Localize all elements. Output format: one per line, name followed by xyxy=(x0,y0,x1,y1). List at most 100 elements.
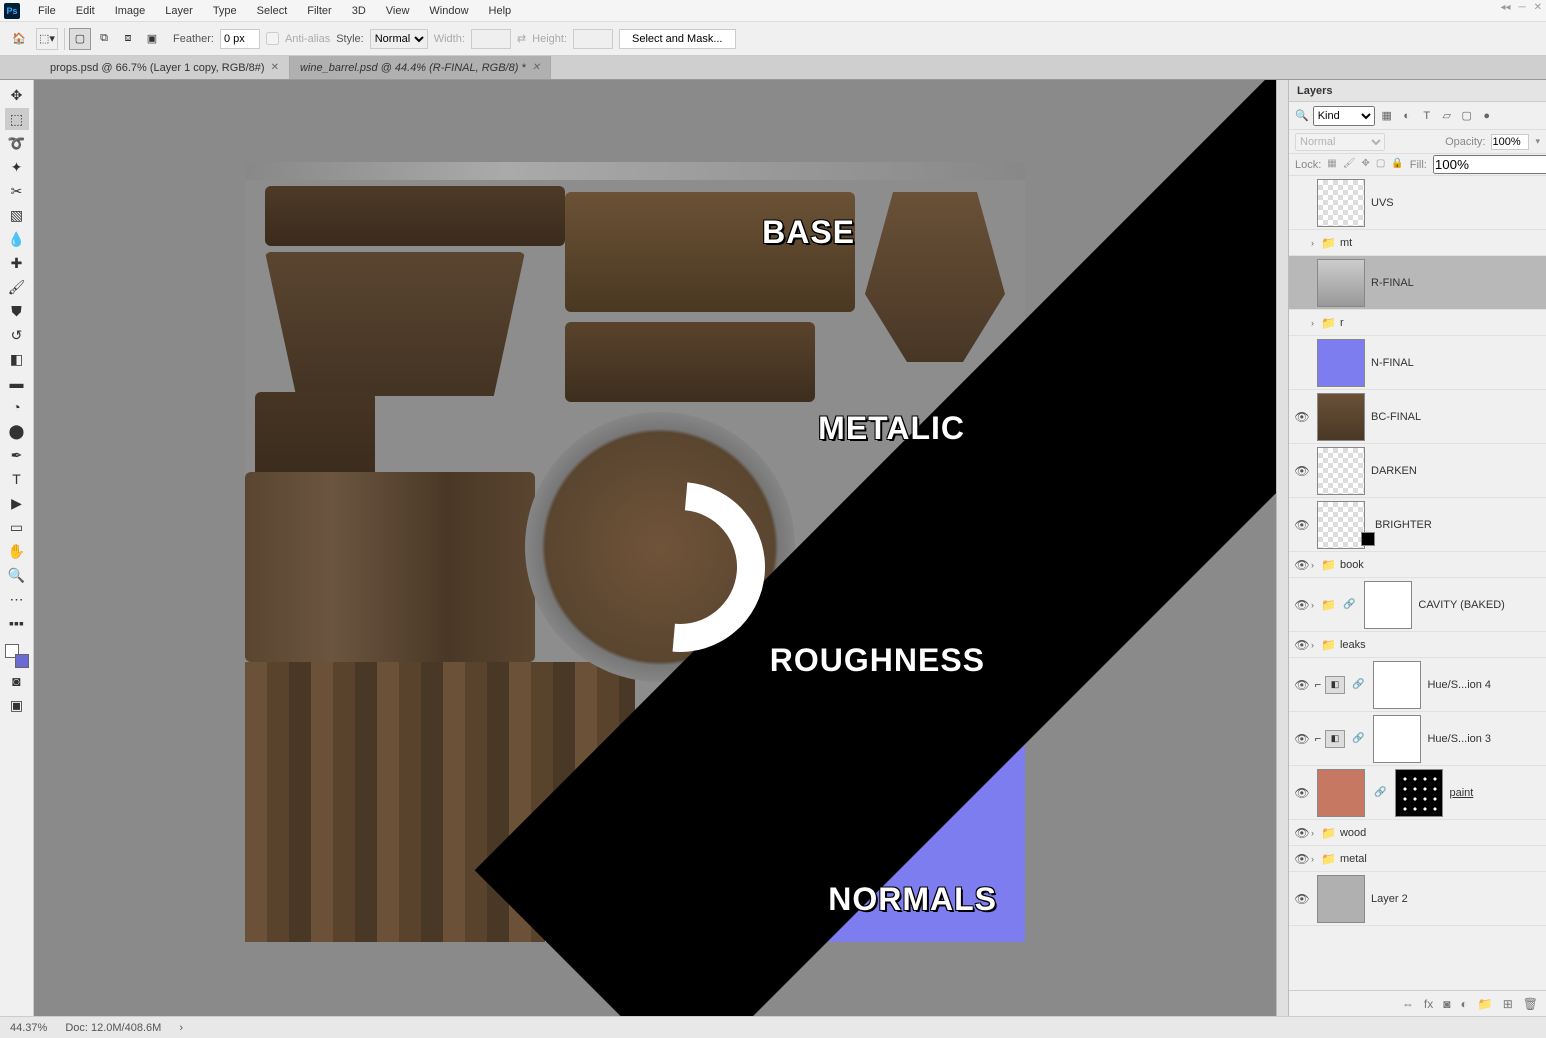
feather-input[interactable] xyxy=(220,29,260,49)
visibility-toggle[interactable]: 👁 xyxy=(1293,410,1311,424)
history-brush-tool[interactable]: ↺ xyxy=(5,324,29,346)
expand-icon[interactable]: › xyxy=(1311,600,1321,610)
layer-nfinal[interactable]: N-FINAL xyxy=(1289,336,1546,390)
layer-group-wood[interactable]: 👁›📁wood xyxy=(1289,820,1546,846)
layer-uvs[interactable]: UVS xyxy=(1289,176,1546,230)
eyedropper-tool[interactable]: 💧 xyxy=(5,228,29,250)
group-icon[interactable]: 📁 xyxy=(1478,997,1493,1011)
healing-tool[interactable]: ✚ xyxy=(5,252,29,274)
layers-tab[interactable]: Layers xyxy=(1289,80,1546,102)
hand-tool[interactable]: ✋ xyxy=(5,540,29,562)
more-tools[interactable]: ⋯ xyxy=(5,588,29,610)
lock-transparency-icon[interactable]: ▦ xyxy=(1327,158,1336,172)
selection-new[interactable]: ▢ xyxy=(69,28,91,50)
layer-brighter[interactable]: 👁BRIGHTER xyxy=(1289,498,1546,552)
visibility-toggle[interactable]: 👁 xyxy=(1293,826,1311,840)
screenmode-tool[interactable]: ▣ xyxy=(5,694,29,716)
fill-input[interactable] xyxy=(1433,155,1546,174)
filter-image-icon[interactable]: ▦ xyxy=(1379,108,1395,124)
tab-props[interactable]: props.psd @ 66.7% (Layer 1 copy, RGB/8#)… xyxy=(40,56,290,79)
style-select[interactable]: Normal xyxy=(370,29,428,49)
layer-darken[interactable]: 👁DARKEN xyxy=(1289,444,1546,498)
layer-group-book[interactable]: 👁›📁book xyxy=(1289,552,1546,578)
menu-select[interactable]: Select xyxy=(247,5,298,17)
layer-group-metal[interactable]: 👁›📁metal xyxy=(1289,846,1546,872)
lock-position-icon[interactable]: ✥ xyxy=(1361,158,1369,172)
menu-view[interactable]: View xyxy=(376,5,420,17)
edit-toolbar[interactable]: ▪▪▪ xyxy=(5,612,29,634)
menu-window[interactable]: Window xyxy=(419,5,478,17)
pen-tool[interactable]: ✒ xyxy=(5,444,29,466)
expand-icon[interactable]: › xyxy=(1311,854,1321,864)
select-and-mask-button[interactable]: Select and Mask... xyxy=(619,29,736,49)
mask-icon[interactable]: ◙ xyxy=(1443,997,1450,1011)
menu-filter[interactable]: Filter xyxy=(297,5,341,17)
home-button[interactable]: 🏠 xyxy=(8,28,30,50)
expand-icon[interactable]: › xyxy=(1311,318,1321,328)
blur-tool[interactable]: ◔ xyxy=(5,396,29,418)
type-tool[interactable]: T xyxy=(5,468,29,490)
filter-adjust-icon[interactable]: ◐ xyxy=(1399,108,1415,124)
visibility-toggle[interactable]: 👁 xyxy=(1293,732,1311,746)
layer-group-mt[interactable]: ›📁mt xyxy=(1289,230,1546,256)
lock-all-icon[interactable]: 🔒 xyxy=(1391,158,1403,172)
menu-image[interactable]: Image xyxy=(105,5,156,17)
layer-layer2[interactable]: 👁Layer 2 xyxy=(1289,872,1546,926)
filter-toggle-icon[interactable]: ● xyxy=(1479,108,1495,124)
filter-shape-icon[interactable]: ▱ xyxy=(1439,108,1455,124)
doc-size[interactable]: Doc: 12.0M/408.6M xyxy=(65,1022,161,1034)
lock-image-icon[interactable]: 🖌 xyxy=(1343,158,1356,172)
gradient-tool[interactable]: ▬ xyxy=(5,372,29,394)
crop-tool[interactable]: ✂ xyxy=(5,180,29,202)
visibility-toggle[interactable]: 👁 xyxy=(1293,638,1311,652)
quick-select-tool[interactable]: ✦ xyxy=(5,156,29,178)
panel-collapse-strip[interactable] xyxy=(1276,80,1288,1016)
layer-paint[interactable]: 👁🔗paint xyxy=(1289,766,1546,820)
canvas-area[interactable]: BASE METALIC ROUGHNESS NORMALS xyxy=(34,80,1276,1016)
collapse-icon[interactable]: ◂◂ xyxy=(1500,2,1510,13)
visibility-toggle[interactable]: 👁 xyxy=(1293,678,1311,692)
shape-tool[interactable]: ▭ xyxy=(5,516,29,538)
filter-type-icon[interactable]: T xyxy=(1419,108,1435,124)
delete-layer-icon[interactable]: 🗑 xyxy=(1523,997,1538,1011)
close-icon[interactable]: ✕ xyxy=(1534,2,1542,13)
menu-help[interactable]: Help xyxy=(479,5,522,17)
filter-smart-icon[interactable]: ▢ xyxy=(1459,108,1475,124)
visibility-toggle[interactable]: 👁 xyxy=(1293,852,1311,866)
layer-cavity[interactable]: 👁›📁🔗CAVITY (BAKED) xyxy=(1289,578,1546,632)
zoom-tool[interactable]: 🔍 xyxy=(5,564,29,586)
link-layers-icon[interactable]: ⇔ xyxy=(1402,997,1414,1011)
dodge-tool[interactable]: ⬤ xyxy=(5,420,29,442)
filter-kind-select[interactable]: Kind xyxy=(1313,106,1375,126)
visibility-toggle[interactable]: 👁 xyxy=(1293,598,1311,612)
frame-tool[interactable]: ▧ xyxy=(5,204,29,226)
marquee-tool[interactable]: ⬚ xyxy=(5,108,29,130)
quickmask-tool[interactable]: ◙ xyxy=(5,670,29,692)
lock-artboard-icon[interactable]: ▢ xyxy=(1376,158,1385,172)
layer-hue4[interactable]: 👁⌐◧🔗Hue/S...ion 4 xyxy=(1289,658,1546,712)
brush-tool[interactable]: 🖌 xyxy=(5,276,29,298)
menu-3d[interactable]: 3D xyxy=(342,5,376,17)
stamp-tool[interactable]: ⛊ xyxy=(5,300,29,322)
expand-icon[interactable]: › xyxy=(1311,560,1321,570)
layer-bcfinal[interactable]: 👁BC-FINAL xyxy=(1289,390,1546,444)
fx-icon[interactable]: fx xyxy=(1424,997,1433,1011)
visibility-toggle[interactable]: 👁 xyxy=(1293,558,1311,572)
menu-type[interactable]: Type xyxy=(203,5,247,17)
visibility-toggle[interactable]: 👁 xyxy=(1293,518,1311,532)
move-tool[interactable]: ✥ xyxy=(5,84,29,106)
selection-intersect[interactable]: ▣ xyxy=(141,28,163,50)
menu-file[interactable]: File xyxy=(28,5,66,17)
visibility-toggle[interactable]: 👁 xyxy=(1293,892,1311,906)
expand-icon[interactable]: › xyxy=(1311,238,1321,248)
path-select-tool[interactable]: ▶ xyxy=(5,492,29,514)
eraser-tool[interactable]: ◧ xyxy=(5,348,29,370)
opacity-input[interactable] xyxy=(1491,134,1529,150)
minimize-icon[interactable]: ─ xyxy=(1519,2,1526,13)
visibility-toggle[interactable]: 👁 xyxy=(1293,786,1311,800)
layer-rfinal[interactable]: R-FINAL xyxy=(1289,256,1546,310)
menu-edit[interactable]: Edit xyxy=(66,5,105,17)
layer-hue3[interactable]: 👁⌐◧🔗Hue/S...ion 3 xyxy=(1289,712,1546,766)
menu-layer[interactable]: Layer xyxy=(155,5,203,17)
adjustment-layer-icon[interactable]: ◐ xyxy=(1461,997,1468,1011)
